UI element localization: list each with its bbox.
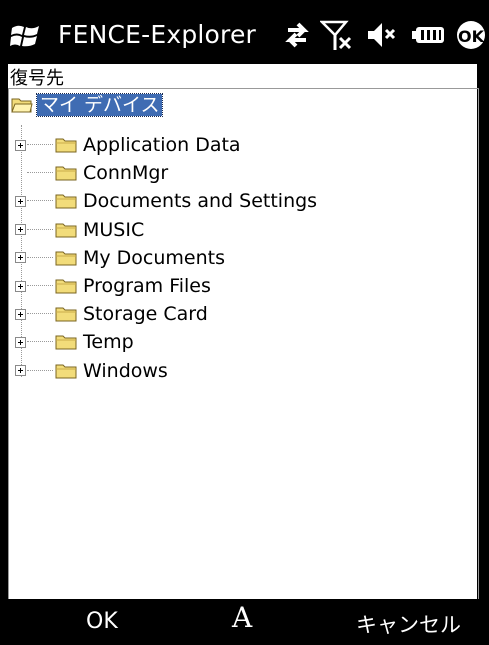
tree-connector-dots [27,228,53,231]
expand-toggle-icon[interactable] [15,252,26,264]
softkey-bar: OK A キャンセル [0,599,489,645]
tree-node[interactable]: Documents and Settings [15,189,317,213]
svg-text:OK: OK [458,27,485,46]
data-sync-icon[interactable] [282,18,312,52]
input-mode-button[interactable]: A [232,601,252,634]
tree-connector-dots [27,200,53,202]
tree-node-label: Storage Card [83,303,208,326]
expand-toggle-icon[interactable] [15,280,26,292]
tree-connector-dots [27,341,53,343]
folder-icon [55,335,77,350]
battery-icon[interactable] [412,18,446,52]
tree-node-label: Windows [83,359,168,382]
tree-connector-dots [27,369,53,372]
tree-node[interactable]: Windows [15,359,168,383]
tree-node[interactable]: ConnMgr [15,161,168,185]
content-area: 復号先 マイ デバイス Application Data ConnMgr Docum… [8,64,479,600]
tree-node-label: Temp [83,331,134,354]
folder-icon [55,166,77,181]
tree-root-my-device[interactable]: マイ デバイス [11,93,164,117]
tree-connector-dots [27,256,53,259]
tree-node-label: Program Files [83,275,211,297]
signal-off-icon[interactable] [320,18,354,52]
tree-node-label: Application Data [83,134,241,156]
tree-node-label: My Documents [83,246,226,269]
folder-icon [55,364,77,379]
ok-icon[interactable]: OK [456,18,486,52]
tree-connector-dots [27,144,53,146]
tree-node-label: Documents and Settings [83,190,318,213]
folder-icon [55,223,77,238]
folder-icon [55,251,77,266]
expand-toggle-icon[interactable] [15,195,26,207]
tree-node[interactable]: Program Files [15,274,211,298]
tree-node[interactable]: My Documents [15,246,225,270]
app-title: FENCE-Explorer [58,20,257,49]
folder-icon [55,138,77,153]
title-bar: FENCE-Explorer OK [0,0,489,64]
expand-toggle-icon[interactable] [15,365,26,377]
tree-node[interactable]: Application Data [15,133,241,157]
tree-connector [15,168,26,179]
windows-start-icon[interactable] [10,22,42,50]
ok-softkey[interactable]: OK [86,609,118,634]
folder-icon [55,279,77,294]
volume-mute-icon[interactable] [366,18,398,52]
cancel-softkey[interactable]: キャンセル [356,609,461,639]
tree-node-label: MUSIC [83,218,145,241]
expand-toggle-icon[interactable] [15,308,26,320]
tree-node[interactable]: Temp [15,330,134,354]
open-folder-icon [11,98,33,113]
tree-root-label: マイ デバイス [35,93,164,117]
tree-node[interactable]: MUSIC [15,218,144,242]
expand-toggle-icon[interactable] [15,224,26,236]
folder-icon [55,194,77,209]
folder-icon [55,307,77,322]
destination-label: 復号先 [10,68,64,89]
expand-toggle-icon[interactable] [15,336,26,348]
tree-connector-dots [27,285,53,287]
folder-tree[interactable]: マイ デバイス Application Data ConnMgr Documents… [8,88,479,600]
tree-node[interactable]: Storage Card [15,302,208,326]
expand-toggle-icon[interactable] [15,139,26,151]
tree-node-label: ConnMgr [83,162,169,185]
tree-connector-dots [27,313,53,315]
tree-connector-dots [27,172,53,174]
device-screen: FENCE-Explorer OK 復号先 マイ デバイス Applicatio… [0,0,489,645]
